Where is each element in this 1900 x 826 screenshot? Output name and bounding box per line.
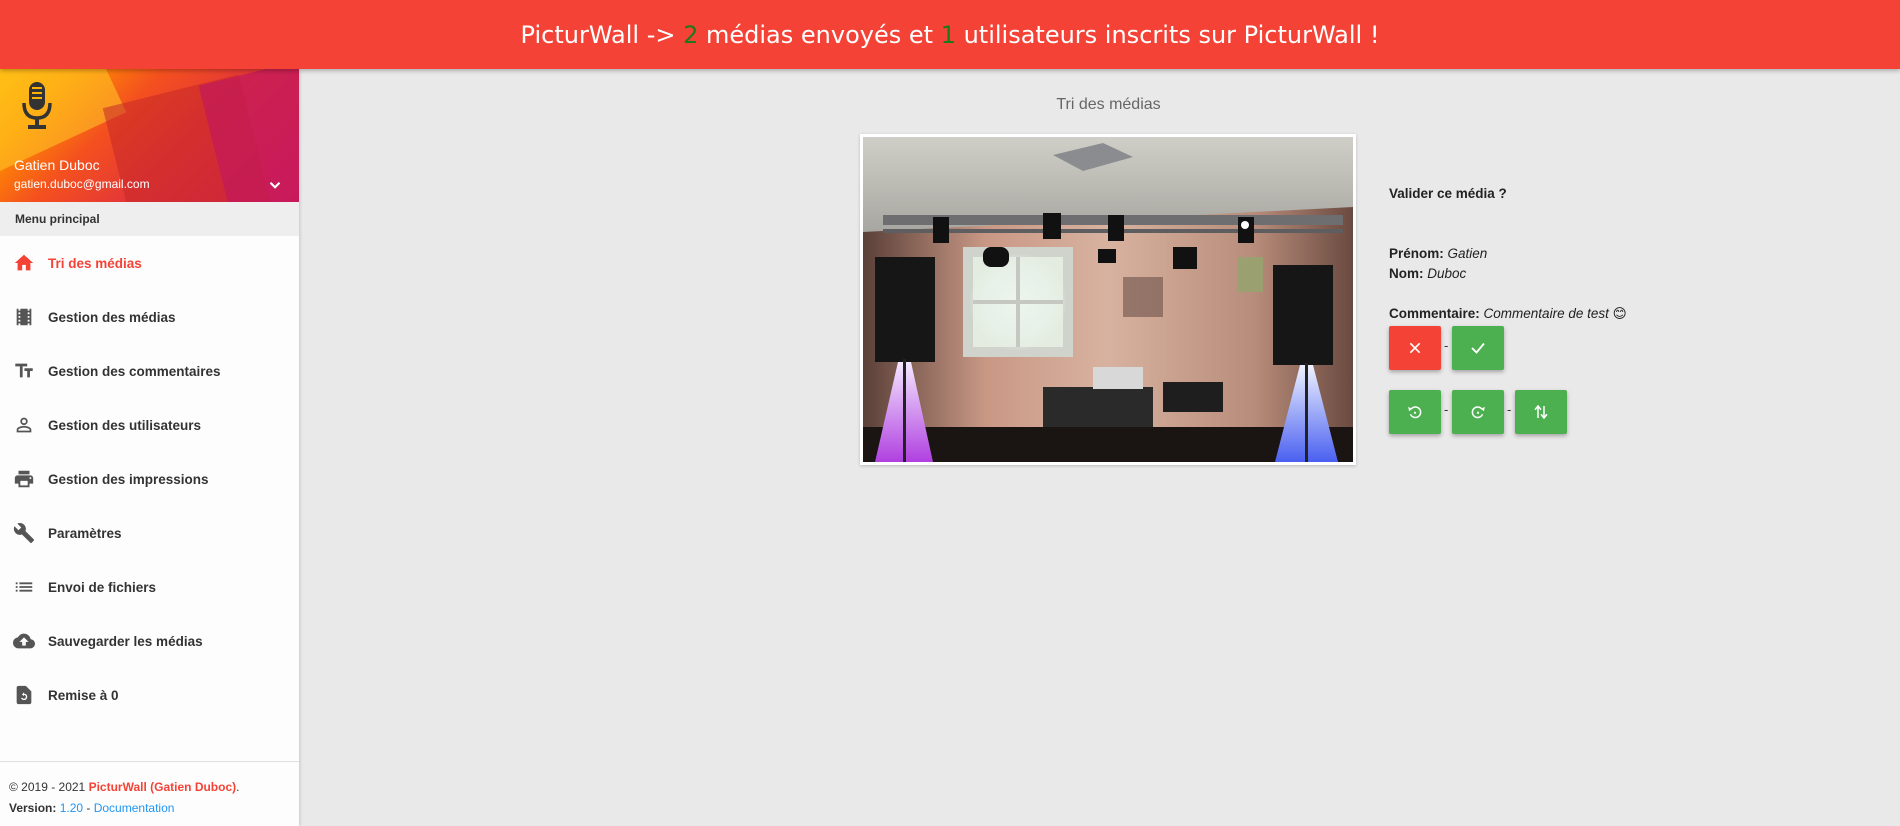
separator: - <box>1444 338 1449 353</box>
close-icon <box>1409 342 1421 354</box>
comment-row: Commentaire: Commentaire de test 😊 <box>1389 306 1627 322</box>
swap-vertical-icon <box>1534 404 1548 420</box>
sidebar-item-label: Envoi de fichiers <box>48 579 157 595</box>
version-label: Version: <box>9 801 60 815</box>
firstname-label: Prénom: <box>1389 246 1444 261</box>
validate-question: Valider ce média ? <box>1389 186 1507 201</box>
sidebar: Gatien Duboc gatien.duboc@gmail.com Menu… <box>0 69 299 826</box>
top-banner: PicturWall -> 2 médias envoyés et 1 util… <box>0 0 1900 69</box>
version-separator: - <box>83 801 94 815</box>
text-format-icon <box>15 363 33 378</box>
person-icon <box>16 417 32 433</box>
banner-prefix: PicturWall -> <box>520 20 684 49</box>
flip-button[interactable] <box>1515 390 1567 434</box>
printer-icon <box>14 470 34 488</box>
user-count: 1 <box>940 20 956 49</box>
sidebar-item-tri-medias[interactable]: Tri des médias <box>0 236 299 290</box>
comment-label: Commentaire: <box>1389 306 1480 321</box>
separator: - <box>1507 402 1512 417</box>
check-icon <box>1471 342 1485 354</box>
rotate-right-icon <box>1471 406 1485 419</box>
copyright-line: © 2019 - 2021 PicturWall (Gatien Duboc). <box>9 777 290 798</box>
banner-text: PicturWall -> 2 médias envoyés et 1 util… <box>521 21 1380 49</box>
sidebar-item-gestion-commentaires[interactable]: Gestion des commentaires <box>0 344 299 398</box>
rotate-right-button[interactable] <box>1452 390 1504 434</box>
banner-suffix: utilisateurs inscrits sur PicturWall ! <box>955 20 1380 49</box>
sidebar-item-label: Tri des médias <box>48 255 142 271</box>
brand-link[interactable]: PicturWall (Gatien Duboc) <box>89 780 237 794</box>
sidebar-item-label: Gestion des médias <box>48 309 176 325</box>
rotate-left-button[interactable] <box>1389 390 1441 434</box>
film-icon <box>16 308 32 326</box>
page-title: Tri des médias <box>1056 96 1161 113</box>
version-link[interactable]: 1.20 <box>60 801 83 815</box>
sidebar-item-label: Paramètres <box>48 525 122 541</box>
media-preview <box>860 134 1356 465</box>
sidebar-footer: © 2019 - 2021 PicturWall (Gatien Duboc).… <box>0 761 299 826</box>
sidebar-item-label: Sauvegarder les médias <box>48 633 203 649</box>
menu-header: Menu principal <box>0 202 299 236</box>
cloud-upload-icon <box>13 633 35 649</box>
sidebar-item-envoi-fichiers[interactable]: Envoi de fichiers <box>0 560 299 614</box>
copyright-period: . <box>236 780 240 794</box>
user-email: gatien.duboc@gmail.com <box>14 177 150 191</box>
user-name: Gatien Duboc <box>14 157 100 173</box>
documentation-link[interactable]: Documentation <box>94 801 175 815</box>
rotate-left-icon <box>1408 406 1422 419</box>
reject-button[interactable] <box>1389 326 1441 370</box>
microphone-icon <box>22 82 52 129</box>
accept-button[interactable] <box>1452 326 1504 370</box>
chevron-down-icon[interactable] <box>266 176 284 194</box>
lastname-label: Nom: <box>1389 266 1424 281</box>
copyright-text: © 2019 - 2021 <box>9 780 89 794</box>
comment-value: Commentaire de test 😊 <box>1483 306 1627 321</box>
user-profile-card: Gatien Duboc gatien.duboc@gmail.com <box>0 69 299 202</box>
banner-middle: médias envoyés et <box>698 20 941 49</box>
lastname-value: Duboc <box>1427 266 1467 281</box>
sidebar-item-gestion-utilisateurs[interactable]: Gestion des utilisateurs <box>0 398 299 452</box>
lastname-row: Nom: Duboc <box>1389 266 1466 281</box>
firstname-row: Prénom: Gatien <box>1389 246 1487 261</box>
file-restore-icon <box>16 685 32 705</box>
firstname-value: Gatien <box>1447 246 1488 261</box>
sidebar-item-sauvegarder-medias[interactable]: Sauvegarder les médias <box>0 614 299 668</box>
sidebar-item-label: Gestion des commentaires <box>48 363 221 379</box>
sidebar-item-label: Remise à 0 <box>48 687 119 703</box>
home-icon <box>14 254 34 271</box>
wrench-icon <box>13 523 35 544</box>
media-photo <box>863 137 1353 462</box>
list-icon <box>15 582 33 592</box>
media-count: 2 <box>683 20 699 49</box>
separator: - <box>1444 402 1449 417</box>
sidebar-item-parametres[interactable]: Paramètres <box>0 506 299 560</box>
version-line: Version: 1.20 - Documentation <box>9 798 290 819</box>
sidebar-item-label: Gestion des impressions <box>48 471 209 487</box>
sidebar-item-label: Gestion des utilisateurs <box>48 417 202 433</box>
sidebar-item-gestion-impressions[interactable]: Gestion des impressions <box>0 452 299 506</box>
sidebar-item-gestion-medias[interactable]: Gestion des médias <box>0 290 299 344</box>
sidebar-item-remise-zero[interactable]: Remise à 0 <box>0 668 299 722</box>
